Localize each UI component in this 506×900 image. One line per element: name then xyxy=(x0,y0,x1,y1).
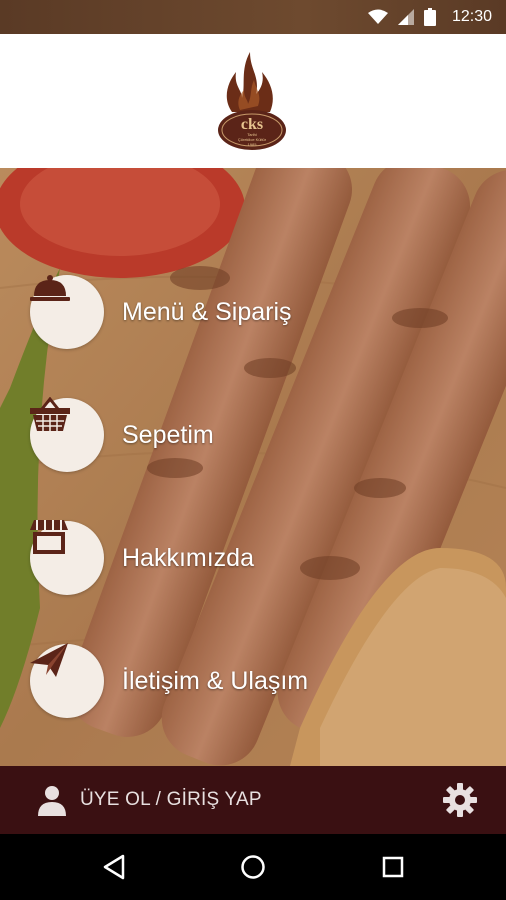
nav-back-button[interactable] xyxy=(94,847,134,887)
paper-plane-icon xyxy=(30,643,68,677)
wifi-icon xyxy=(367,9,388,24)
cloche-icon xyxy=(30,275,70,301)
cks-logo: cks Tarihi Çöreklice Kültür 1985 xyxy=(218,52,286,150)
gear-icon[interactable] xyxy=(442,782,478,818)
login-label: ÜYE OL / GİRİŞ YAP xyxy=(80,789,262,810)
battery-icon xyxy=(423,8,436,26)
menu-item-contact-circle[interactable] xyxy=(30,643,104,718)
menu-item-order-label: Menü & Sipariş xyxy=(122,297,292,326)
app-header: cks Tarihi Çöreklice Kültür 1985 xyxy=(0,34,506,168)
hero-background: Menü & Sipariş Sepetim Hakkımızda İletiş… xyxy=(0,168,506,766)
back-icon xyxy=(103,854,125,880)
home-icon xyxy=(241,855,265,879)
logo-brand: cks xyxy=(241,116,263,133)
bottom-bar: ÜYE OL / GİRİŞ YAP xyxy=(0,766,506,834)
login-button[interactable]: ÜYE OL / GİRİŞ YAP xyxy=(36,766,262,834)
menu-item-order[interactable]: Menü & Sipariş xyxy=(30,274,292,350)
status-icons: 12:30 xyxy=(367,0,492,34)
status-time: 12:30 xyxy=(451,8,492,25)
user-icon xyxy=(38,786,66,816)
recents-icon xyxy=(382,856,404,878)
nav-home-button[interactable] xyxy=(233,847,273,887)
status-bar: 12:30 xyxy=(0,0,506,34)
menu-item-cart[interactable]: Sepetim xyxy=(30,397,214,473)
menu-item-contact[interactable]: İletişim & Ulaşım xyxy=(30,643,308,719)
nav-recents-button[interactable] xyxy=(373,847,413,887)
menu-item-cart-circle[interactable] xyxy=(30,397,104,472)
menu-item-cart-label: Sepetim xyxy=(122,420,214,449)
system-nav-bar xyxy=(0,834,506,900)
basket-icon xyxy=(30,397,70,431)
logo-line-3: 1985 xyxy=(248,142,258,147)
store-icon xyxy=(30,520,68,554)
menu-item-order-circle[interactable] xyxy=(30,275,104,349)
signal-icon xyxy=(397,9,414,25)
menu-item-contact-label: İletişim & Ulaşım xyxy=(122,666,309,695)
menu-item-about-circle[interactable] xyxy=(30,520,104,595)
menu-item-about-label: Hakkımızda xyxy=(122,543,254,572)
menu-item-about[interactable]: Hakkımızda xyxy=(30,520,254,596)
